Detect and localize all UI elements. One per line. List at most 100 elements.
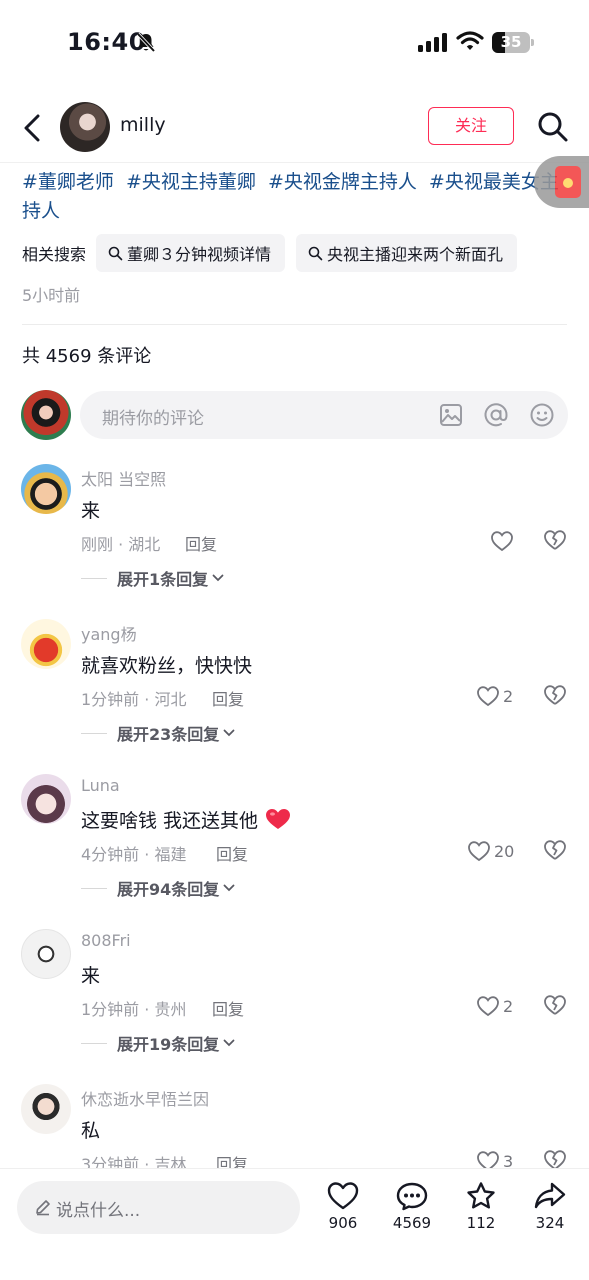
commenter-name[interactable]: 808Fri [81,931,131,950]
related-search-chip[interactable]: 董卿３分钟视频详情 [96,234,286,272]
expand-replies-button[interactable]: 展开94条回复 [81,876,235,900]
emoji-icon[interactable] [529,402,555,428]
like-button[interactable] [490,528,517,554]
related-search: 相关搜索 董卿３分钟视频详情 央视主播迎来两个新面孔 [22,234,528,272]
comment-bubble-icon [396,1182,428,1211]
comment-text: 就喜欢粉丝，快快快 [81,655,253,677]
commenter-avatar[interactable] [21,1084,71,1134]
broken-heart-icon[interactable] [543,994,567,1016]
hashtag-link[interactable]: #央视主持董卿 [126,171,256,193]
section-divider [22,324,567,325]
comment-input[interactable]: 期待你的评论 [80,391,568,439]
comment-text-content: 这要啥钱 我还送其他 [81,810,259,832]
search-icon[interactable] [536,110,570,144]
battery-icon: 35 [492,32,534,53]
author-username[interactable]: milly [120,114,166,136]
broken-heart-icon[interactable] [543,1149,567,1168]
favorite-action[interactable]: 112 [451,1181,511,1232]
comment-time-location: 1分钟前 · 河北 [81,690,187,709]
author-avatar[interactable] [60,102,110,152]
say-something-placeholder: 说点什么... [56,1201,141,1221]
image-icon[interactable] [438,402,464,428]
heart-outline-icon [468,841,490,862]
reply-button[interactable]: 回复 [216,1151,248,1168]
commenter-name[interactable]: 太阳 当空照 [81,466,166,490]
comment-count-title: 共 4569 条评论 [22,346,152,367]
like-button[interactable]: 2 [476,683,513,709]
comment-time-location: 4分钟前 · 福建 [81,845,187,864]
commenter-avatar[interactable] [21,929,71,979]
comment-time-location: 3分钟前 · 吉林 [81,1155,187,1168]
expand-replies-button[interactable]: 展开19条回复 [81,1031,235,1055]
post-time: 5小时前 [22,286,81,305]
commenter-avatar[interactable] [21,619,71,669]
chevron-down-icon [212,574,224,582]
post-hashtags: #董卿老师 #央视主持董卿 #央视金牌主持人 #央视最美女主持人 [22,168,570,226]
broken-heart-icon[interactable] [543,684,567,706]
mention-icon[interactable] [483,402,509,428]
comment-time-location: 刚刚 · 湖北 [81,535,161,554]
comment-list: 太阳 当空照 来 刚刚 · 湖北 回复 展开1条回复 yang杨 就喜欢粉丝，快… [0,452,589,1168]
bottom-action-bar: 说点什么... 906 4569 112 324 [0,1168,589,1280]
like-button[interactable]: 20 [467,838,514,864]
comment-text: 这要啥钱 我还送其他 [81,806,292,833]
comment-item: 休恋逝水早悟兰因 私 3分钟前 · 吉林 回复 3 [0,1072,589,1168]
comment-text: 来 [81,500,101,522]
back-icon[interactable] [18,110,46,146]
reply-button[interactable]: 回复 [185,531,217,555]
reply-button[interactable]: 回复 [216,841,248,865]
expand-replies-button[interactable]: 展开1条回复 [81,566,224,590]
expand-replies-button[interactable]: 展开23条回复 [81,721,235,745]
share-action[interactable]: 324 [520,1181,580,1232]
heart-outline-icon [477,996,499,1017]
chevron-down-icon [223,884,235,892]
status-time: 16:40 [67,28,146,56]
say-something-input[interactable]: 说点什么... [17,1181,300,1234]
broken-heart-icon[interactable] [543,839,567,861]
like-button[interactable]: 3 [476,1148,513,1168]
related-search-label: 相关搜索 [22,245,87,264]
expand-replies-label: 展开23条回复 [117,725,220,744]
expand-replies-label: 展开19条回复 [117,1035,220,1054]
bell-off-icon [136,32,156,53]
comment-action[interactable]: 4569 [382,1181,442,1232]
like-count: 3 [503,1151,514,1169]
commenter-avatar[interactable] [21,464,71,514]
like-total: 906 [328,1214,358,1232]
my-avatar [21,390,71,440]
commenter-name[interactable]: yang杨 [81,621,137,645]
cellular-signal-icon [418,32,447,52]
comment-text: 来 [81,965,101,987]
follow-button[interactable]: 关注 [428,107,514,145]
hashtag-link[interactable]: #央视金牌主持人 [268,171,417,193]
reply-button[interactable]: 回复 [212,996,244,1020]
hashtag-link[interactable]: #董卿老师 [22,171,114,193]
nav-divider [0,162,589,163]
heart-outline-icon [477,686,499,707]
broken-heart-icon[interactable] [543,529,567,551]
chevron-down-icon [223,729,235,737]
top-nav: milly 关注 [0,96,589,160]
share-arrow-icon [534,1182,566,1209]
wifi-icon [456,31,484,50]
commenter-avatar[interactable] [21,774,71,824]
search-icon [108,246,123,260]
comment-item: Luna 这要啥钱 我还送其他 4分钟前 · 福建 回复 20 展开94条回复 [0,762,589,912]
heart-outline-icon [477,1151,499,1168]
comment-input-placeholder: 期待你的评论 [102,409,204,429]
like-button[interactable]: 2 [476,993,513,1019]
heart-icon [327,1182,359,1210]
red-packet-float-button[interactable] [534,156,589,208]
comment-text: 私 [81,1120,101,1142]
star-icon [467,1182,495,1209]
heart-emoji [266,809,291,829]
commenter-name[interactable]: Luna [81,776,120,795]
red-envelope-icon [555,166,581,198]
reply-button[interactable]: 回复 [212,686,244,710]
commenter-name[interactable]: 休恋逝水早悟兰因 [81,1086,209,1110]
share-total: 324 [535,1214,565,1232]
comment-time-location: 1分钟前 · 贵州 [81,1000,187,1019]
like-action[interactable]: 906 [313,1181,373,1232]
search-icon [308,246,323,260]
related-search-chip[interactable]: 央视主播迎来两个新面孔 [296,234,518,272]
